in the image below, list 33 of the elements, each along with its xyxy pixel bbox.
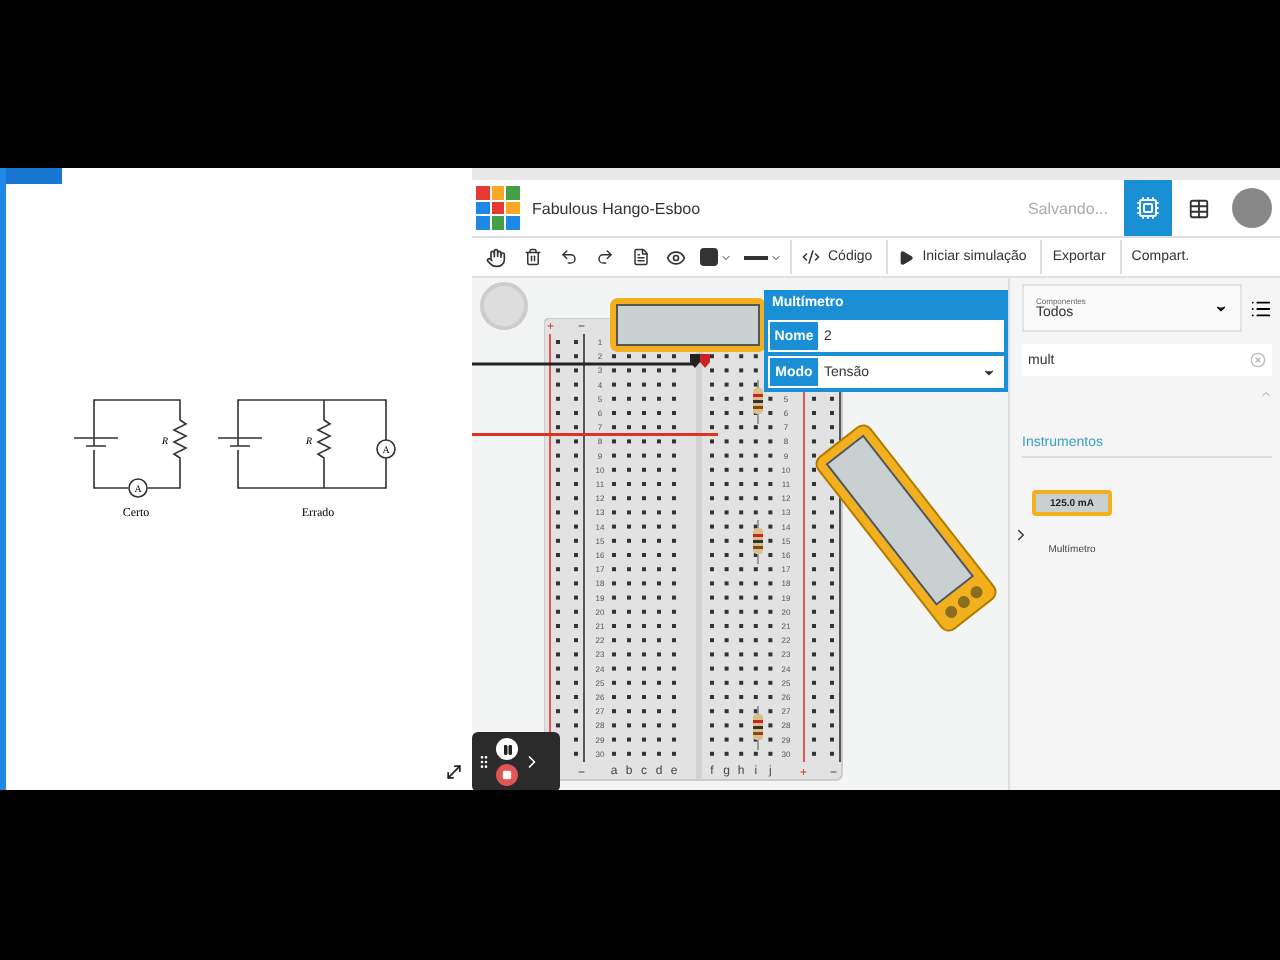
project-title: Fabulous Hango-Esboo <box>532 199 703 217</box>
stop-icon <box>502 770 512 780</box>
resistor <box>753 519 763 565</box>
chip-icon <box>1136 196 1160 220</box>
logo-icon <box>476 186 520 230</box>
circuit-drawing <box>73 399 188 489</box>
pause-icon <box>501 743 513 755</box>
caret-icon <box>1214 301 1228 315</box>
notes-icon <box>631 248 649 266</box>
pause-button[interactable] <box>496 738 518 760</box>
eye-icon <box>666 247 686 267</box>
resistor <box>753 379 763 425</box>
ammeter-symbol <box>128 478 148 498</box>
list-view-icon[interactable] <box>1250 297 1272 319</box>
save-status: Salvando... <box>1027 199 1108 217</box>
hand-icon <box>486 247 506 267</box>
play-icon <box>898 249 915 265</box>
stop-button[interactable] <box>496 764 518 786</box>
table-icon <box>1187 197 1209 219</box>
trash-icon <box>523 248 541 266</box>
line-style-icon <box>744 255 768 259</box>
collapse-icon[interactable] <box>1012 526 1030 544</box>
ammeter-symbol <box>376 439 396 459</box>
avatar <box>1232 188 1272 228</box>
redo-icon <box>595 248 613 266</box>
fullscreen-icon[interactable] <box>444 762 464 782</box>
code-icon <box>802 248 820 266</box>
undo-icon <box>559 248 577 266</box>
caret-icon <box>770 251 782 263</box>
resistor <box>753 705 763 751</box>
color-swatch <box>700 248 718 266</box>
grip-icon <box>476 754 492 770</box>
caret-icon <box>720 251 732 263</box>
